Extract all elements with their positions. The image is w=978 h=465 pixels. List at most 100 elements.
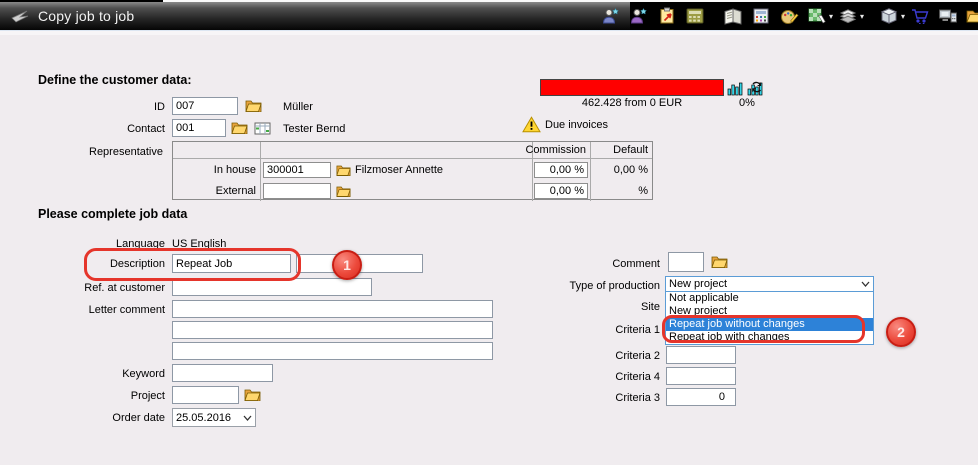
criteria2-label: Criteria 2 — [518, 350, 660, 362]
external-code-input[interactable] — [263, 183, 331, 199]
design-palette-icon[interactable] — [777, 4, 801, 28]
toolbar-bottom-strip — [0, 30, 978, 35]
dropdown-option[interactable]: New project — [666, 305, 873, 318]
window-title: Copy job to job — [38, 8, 134, 24]
shopping-cart-icon[interactable] — [908, 4, 932, 28]
type-of-production-label: Type of production — [518, 280, 660, 292]
language-label: Language — [28, 238, 165, 250]
ledger-icon[interactable] — [721, 4, 745, 28]
edit-contact-icon[interactable] — [627, 4, 651, 28]
site-label: Site — [518, 301, 660, 313]
production-grid-icon[interactable] — [805, 4, 829, 28]
rep-row-cell: Filzmoser Annette — [261, 159, 533, 180]
rep-row-cell — [533, 180, 591, 201]
rep-row-cell — [533, 159, 591, 180]
type-of-production-combobox[interactable]: New project — [665, 276, 874, 292]
contact-label: Contact — [28, 123, 165, 135]
order-date-value: 25.05.2016 — [176, 412, 243, 424]
estimate-calculator-icon[interactable] — [749, 4, 773, 28]
description-label: Description — [28, 258, 165, 270]
criteria3-input[interactable] — [666, 388, 736, 406]
representative-label: Representative — [28, 146, 163, 158]
cube-icon[interactable] — [877, 4, 901, 28]
chevron-down-icon[interactable] — [243, 415, 252, 421]
order-date-combobox[interactable]: 25.05.2016 — [172, 408, 256, 427]
annotation-badge-2: 2 — [886, 317, 916, 347]
credit-percent-text: 0% — [727, 97, 767, 109]
criteria4-label: Criteria 4 — [518, 371, 660, 383]
type-of-production-dropdown: Not applicable New project Repeat job wi… — [665, 291, 874, 345]
inhouse-code-input[interactable] — [263, 162, 331, 178]
main-toolbar: ▾ ▾ ▾ — [597, 2, 978, 30]
cube-dropdown-icon[interactable]: ▾ — [901, 12, 905, 21]
production-grid-dropdown-icon[interactable]: ▾ — [829, 12, 833, 21]
external-folder-icon[interactable] — [336, 185, 351, 197]
contact-input[interactable] — [172, 119, 226, 137]
dropdown-option[interactable]: Not applicable — [666, 292, 873, 305]
letter-comment-input-2[interactable] — [172, 321, 493, 339]
id-folder-icon[interactable] — [245, 99, 262, 112]
project-label: Project — [28, 390, 165, 402]
copies-stack-dropdown-icon[interactable]: ▾ — [860, 12, 864, 21]
chevron-down-icon[interactable] — [861, 281, 870, 287]
rep-header-blank1 — [173, 142, 261, 159]
letter-comment-input-1[interactable] — [172, 300, 493, 318]
criteria1-label: Criteria 1 — [518, 324, 660, 336]
external-commission-input[interactable] — [534, 183, 588, 199]
description-input[interactable] — [172, 254, 291, 273]
chart-icon[interactable] — [727, 80, 744, 96]
keyword-input[interactable] — [172, 364, 273, 382]
title-segment: Copy job to job — [0, 2, 630, 30]
criteria2-input[interactable] — [666, 346, 736, 364]
ref-customer-input[interactable] — [172, 278, 372, 296]
inhouse-default-value: 0,00 % — [591, 159, 652, 180]
rep-row-label: In house — [173, 159, 261, 180]
credit-amount-text: 462.428 from 0 EUR — [540, 97, 724, 109]
customer-name: Müller — [283, 101, 313, 113]
id-input[interactable] — [172, 97, 238, 115]
annotation-badge-1: 1 — [332, 250, 362, 280]
dropdown-option[interactable]: Repeat job with changes — [666, 331, 873, 344]
project-input[interactable] — [172, 386, 239, 404]
letter-comment-input-3[interactable] — [172, 342, 493, 360]
window-icon — [10, 8, 30, 24]
warning-icon — [522, 116, 541, 133]
open-folder-icon[interactable] — [964, 4, 978, 28]
contact-lookup-icon[interactable] — [254, 121, 271, 135]
credit-limit-bar — [540, 79, 724, 96]
inhouse-commission-input[interactable] — [534, 162, 588, 178]
calculator-icon[interactable] — [683, 4, 707, 28]
id-label: ID — [28, 101, 165, 113]
order-date-label: Order date — [28, 412, 165, 424]
add-contact-icon[interactable] — [599, 4, 623, 28]
chart-refresh-icon[interactable] — [747, 80, 765, 96]
comment-input[interactable] — [668, 252, 704, 272]
inhouse-folder-icon[interactable] — [336, 164, 351, 176]
contact-folder-icon[interactable] — [231, 121, 248, 134]
invoice-computer-icon[interactable] — [936, 4, 960, 28]
representative-table: Commission Default In house Filzmoser An… — [172, 141, 653, 200]
copies-stack-icon[interactable] — [836, 4, 860, 28]
copy-job-dialog: Copy job to job — [0, 0, 978, 465]
due-invoices-label[interactable]: Due invoices — [545, 119, 608, 131]
criteria4-input[interactable] — [666, 367, 736, 385]
rep-row-label: External — [173, 180, 261, 201]
contact-name: Tester Bernd — [283, 123, 345, 135]
rep-header-default: Default — [591, 142, 652, 159]
comment-label: Comment — [518, 258, 660, 270]
rep-row-cell — [261, 180, 533, 201]
inhouse-name: Filzmoser Annette — [355, 164, 443, 176]
ref-customer-label: Ref. at customer — [28, 282, 165, 294]
external-default-value: % — [591, 180, 652, 201]
copy-note-icon[interactable] — [655, 4, 679, 28]
criteria3-label: Criteria 3 — [518, 392, 660, 404]
comment-folder-icon[interactable] — [711, 255, 728, 268]
keyword-label: Keyword — [28, 368, 165, 380]
job-section-heading: Please complete job data — [38, 207, 187, 221]
project-folder-icon[interactable] — [244, 388, 261, 401]
rep-header-blank2 — [261, 142, 533, 159]
type-of-production-value: New project — [669, 278, 861, 290]
dropdown-option-selected[interactable]: Repeat job without changes — [666, 318, 873, 331]
customer-section-heading: Define the customer data: — [38, 73, 192, 87]
rep-header-commission: Commission — [533, 142, 591, 159]
